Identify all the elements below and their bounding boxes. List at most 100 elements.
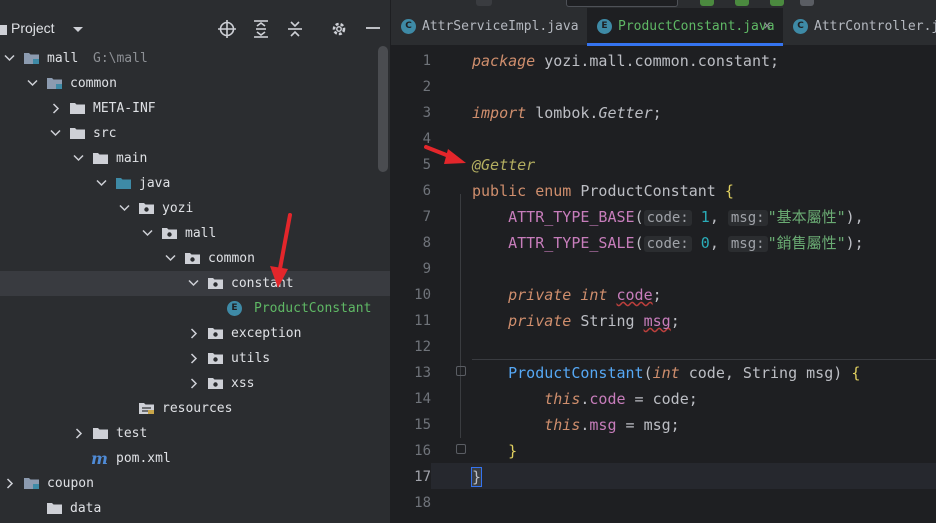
toolbar-button-fragment[interactable] [476,0,492,6]
chevron-down-icon[interactable] [49,121,61,146]
project-tree-scrollbar[interactable] [378,46,388,172]
chevron-down-icon[interactable] [68,20,88,40]
line-number-text: 2 [422,79,431,95]
tree-row-mall[interactable]: mall G:\mall [0,46,390,71]
tree-row-main[interactable]: main [0,146,390,171]
tree-row-resources[interactable]: resources [0,396,390,421]
tree-row-productconstant[interactable]: E ProductConstant [0,296,390,321]
tree-row-meta-inf[interactable]: META-INF [0,96,390,121]
folder-icon [70,102,85,114]
code-line-15[interactable]: this.msg = msg; [472,412,679,438]
tree-row-constant[interactable]: constant [0,271,390,296]
tab-attrserviceimpl[interactable]: C AttrServiceImpl.java [391,8,586,45]
chevron-right-icon[interactable] [49,96,61,121]
enum-icon: E [227,301,242,316]
tree-row-exception[interactable]: exception [0,321,390,346]
keyword: private [508,312,572,330]
code-line-10[interactable]: private int code; [472,282,662,308]
string-literal: "基本屬性" [767,208,846,226]
chevron-down-icon[interactable] [72,146,84,171]
code-line-1[interactable]: package yozi.mall.common.constant; [472,48,779,74]
class-icon: C [401,19,416,34]
tab-productconstant[interactable]: E ProductConstant.java × [587,8,783,46]
tab-label: AttrServiceImpl.java [422,19,579,34]
tree-row-coupon[interactable]: coupon [0,471,390,496]
tree-row-pom-xml[interactable]: m pom.xml [0,446,390,471]
code-line-8[interactable]: ATTR_TYPE_SALE(code: 0, msg: "銷售屬性"); [472,230,864,256]
tab-attrcontroller[interactable]: C AttrController.jav [783,8,936,45]
field-ref: code [589,390,626,408]
code-line-5[interactable]: @Getter [472,152,535,178]
keyword: int [580,286,608,304]
chevron-down-icon[interactable] [141,221,153,246]
tree-label: src [93,126,117,141]
folder-icon [47,502,62,514]
field-name: code [616,286,653,304]
profile-icon-fragment[interactable] [800,0,814,6]
tree-row-java[interactable]: java [0,171,390,196]
fold-marker[interactable] [456,366,466,376]
chevron-down-icon[interactable] [3,46,15,71]
type-name: String [571,312,644,330]
folder-icon [139,402,154,414]
chevron-down-icon[interactable] [164,246,176,271]
locate-icon[interactable] [217,20,237,40]
chevron-right-icon[interactable] [187,346,199,371]
gear-icon[interactable] [329,20,349,40]
line-number-text: 15 [414,417,431,433]
tree-row-test[interactable]: test [0,421,390,446]
minimize-icon[interactable] [363,20,383,40]
chevron-down-icon[interactable] [118,196,130,221]
tree-label: ProductConstant [254,301,372,316]
line-number-text: 13 [414,365,431,381]
module-path-hint: G:\mall [93,51,148,66]
folder-icon [93,152,108,164]
chevron-right-icon[interactable] [187,371,199,396]
chevron-down-icon[interactable] [95,171,107,196]
expand-all-icon[interactable] [251,20,271,40]
tree-label: mall [185,226,217,241]
project-panel-title[interactable]: Project [11,20,55,36]
debug-icon-fragment[interactable] [735,0,749,6]
close-brace-cursor: } [470,467,483,487]
line-number: 14 [391,386,431,412]
code-line-11[interactable]: private String msg; [472,308,680,334]
run-icon-fragment[interactable] [700,0,714,6]
code-line-17[interactable]: } [470,464,483,490]
code-line-6[interactable]: public enum ProductConstant { [472,178,734,204]
keyword: private [508,286,572,304]
paren-close: ); [845,234,864,252]
tree-row-common[interactable]: common [0,246,390,271]
chevron-right-icon[interactable] [72,421,84,446]
code-line-3[interactable]: import lombok.Getter; [472,100,662,126]
code-line-14[interactable]: this.code = code; [472,386,698,412]
collapse-all-icon[interactable] [285,20,305,40]
tree-row-xss[interactable]: xss [0,371,390,396]
tree-row-data[interactable]: data [0,496,390,521]
chevron-down-icon[interactable] [26,71,38,96]
chevron-down-icon[interactable] [187,271,199,296]
package-icon [185,252,200,264]
tree-row-utils[interactable]: utils [0,346,390,371]
coverage-icon-fragment[interactable] [770,0,784,6]
code-line-16[interactable]: } [472,438,517,464]
package-icon [208,377,223,389]
chevron-right-icon[interactable] [3,471,15,496]
paren: ( [634,234,644,252]
comma: , [709,234,728,252]
line-number: 11 [391,308,431,334]
module-icon [24,477,39,489]
tree-row-yozi[interactable]: yozi [0,196,390,221]
line-number: 16 [391,438,431,464]
code-line-13[interactable]: ProductConstant(int code, String msg) { [472,360,860,386]
tree-row-common[interactable]: common [0,71,390,96]
run-config-selector-fragment[interactable] [566,0,678,7]
tree-label: mall [47,51,79,66]
code-line-7[interactable]: ATTR_TYPE_BASE(code: 1, msg: "基本屬性"), [472,204,864,230]
close-icon[interactable]: × [763,8,771,45]
tree-row-src[interactable]: src [0,121,390,146]
fold-marker[interactable] [456,444,466,454]
chevron-right-icon[interactable] [187,321,199,346]
param-hint: code: [643,236,692,252]
tree-row-mall[interactable]: mall [0,221,390,246]
